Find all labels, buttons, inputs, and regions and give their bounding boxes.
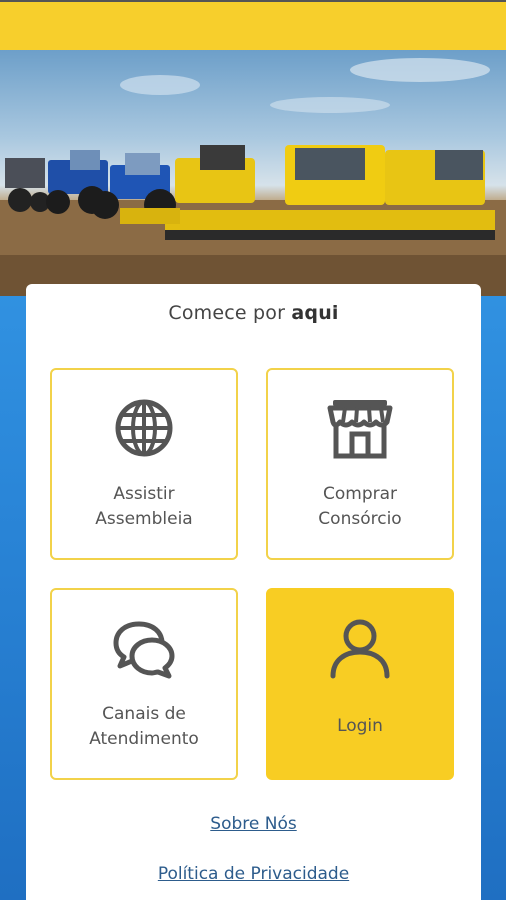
hero-banner-image bbox=[0, 50, 506, 296]
globe-icon bbox=[115, 399, 173, 457]
title-prefix: Comece por bbox=[168, 302, 286, 324]
store-icon bbox=[327, 400, 393, 459]
title-bold: aqui bbox=[291, 302, 339, 324]
login-button[interactable]: Login bbox=[266, 588, 454, 780]
support-channels-label-2: Atendimento bbox=[89, 729, 199, 749]
page-title: Comece por aqui bbox=[26, 302, 481, 324]
watch-assembly-button[interactable]: Assistir Assembleia bbox=[50, 368, 238, 560]
about-us-link[interactable]: Sobre Nós bbox=[26, 814, 481, 834]
chat-icon bbox=[113, 621, 175, 679]
support-channels-button[interactable]: Canais de Atendimento bbox=[50, 588, 238, 780]
user-icon bbox=[330, 619, 390, 679]
buy-consortium-button[interactable]: Comprar Consórcio bbox=[266, 368, 454, 560]
start-card: Comece por aqui Assistir Assembleia Comp… bbox=[26, 284, 481, 900]
buy-consortium-label-2: Consórcio bbox=[318, 509, 402, 529]
login-label: Login bbox=[337, 716, 383, 736]
watch-assembly-label-1: Assistir bbox=[113, 484, 175, 504]
support-channels-label-1: Canais de bbox=[102, 704, 186, 724]
watch-assembly-label-2: Assembleia bbox=[95, 509, 193, 529]
top-app-bar bbox=[0, 0, 506, 50]
buy-consortium-label-1: Comprar bbox=[322, 484, 398, 504]
privacy-policy-link[interactable]: Política de Privacidade bbox=[26, 864, 481, 884]
